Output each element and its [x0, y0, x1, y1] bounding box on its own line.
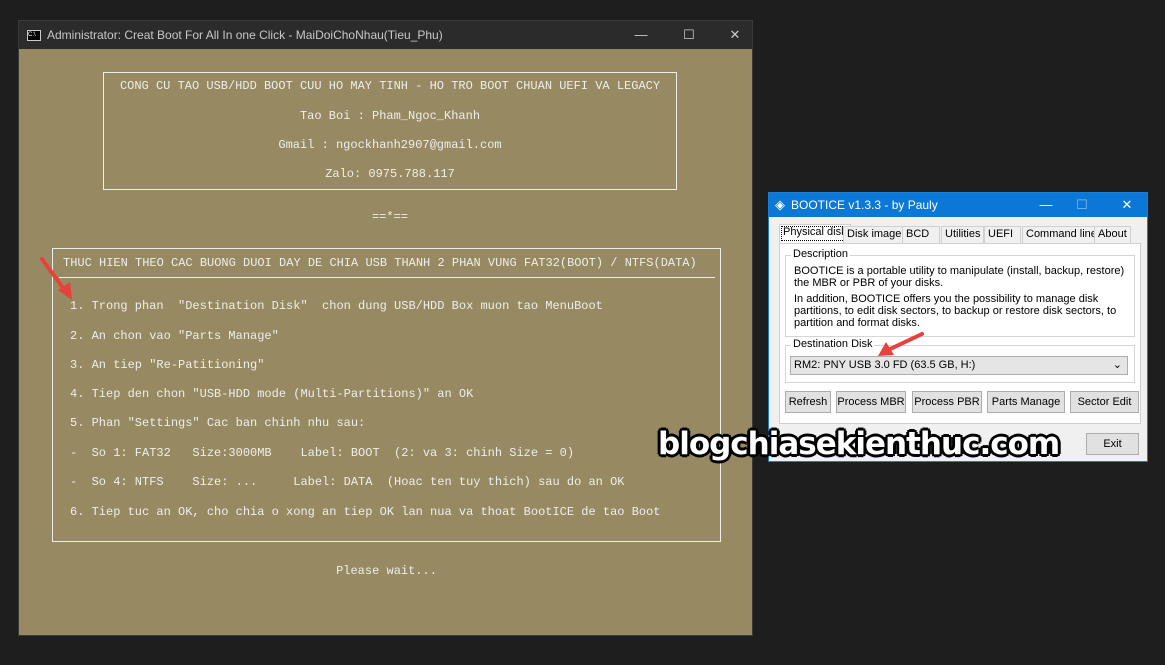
tab-physical-disk[interactable]: Physical disk	[779, 224, 851, 243]
refresh-button[interactable]: Refresh	[785, 391, 831, 413]
step: 6. Tiep tuc an OK, cho chia o xong an ti…	[70, 505, 661, 519]
tab-bcd[interactable]: BCD	[902, 226, 940, 243]
step: 5. Phan "Settings" Cac ban chinh nhu sau…	[70, 416, 366, 430]
description-group: Description BOOTICE is a portable utilit…	[785, 248, 1135, 337]
sector-edit-button[interactable]: Sector Edit	[1070, 391, 1139, 413]
step: 1. Trong phan "Destination Disk" chon du…	[70, 299, 603, 313]
bootice-title: BOOTICE v1.3.3 - by Pauly	[791, 198, 938, 212]
destination-group: Destination Disk RM2: PNY USB 3.0 FD (63…	[785, 338, 1135, 383]
step: - So 4: NTFS Size: ... Label: DATA (Hoac…	[70, 475, 625, 489]
header-line: Tao Boi : Pham_Ngoc_Khanh	[299, 109, 481, 123]
close-button[interactable]: ✕	[718, 21, 752, 49]
tab-utilities[interactable]: Utilities	[941, 226, 985, 243]
maximize-button[interactable]: ☐	[1065, 193, 1099, 217]
step: 2. An chon vao "Parts Manage"	[70, 329, 279, 343]
divider	[59, 277, 715, 278]
watermark: blogchiasekienthuc.com	[658, 426, 1060, 462]
destination-label: Destination Disk	[791, 338, 875, 350]
console-window: C:\ Administrator: Creat Boot For All In…	[18, 20, 753, 636]
header-line: Zalo: 0975.788.117	[325, 167, 455, 181]
process-pbr-button[interactable]: Process PBR	[912, 391, 982, 413]
description-label: Description	[791, 248, 851, 260]
step: - So 1: FAT32 Size:3000MB Label: BOOT (2…	[70, 446, 575, 460]
status-text: Please wait...	[336, 564, 437, 578]
chevron-down-icon: ⌄	[1112, 359, 1122, 371]
console-titlebar: C:\ Administrator: Creat Boot For All In…	[19, 21, 752, 49]
step: 3. An tiep "Re-Patitioning"	[70, 358, 265, 372]
console-title: Administrator: Creat Boot For All In one…	[47, 28, 443, 42]
header-line: CONG CU TAO USB/HDD BOOT CUU HO MAY TINH…	[119, 79, 661, 93]
description-text-1: BOOTICE is a portable utility to manipul…	[794, 265, 1125, 289]
minimize-button[interactable]: —	[1029, 193, 1063, 217]
steps-heading: THUC HIEN THEO CAC BUONG DUOI DAY DE CHI…	[63, 256, 697, 270]
header-line: Gmail : ngockhanh2907@gmail.com	[278, 138, 502, 152]
separator: ==*==	[371, 210, 408, 224]
tab-disk-image[interactable]: Disk image	[843, 226, 906, 243]
process-mbr-button[interactable]: Process MBR	[836, 391, 906, 413]
parts-manage-button[interactable]: Parts Manage	[987, 391, 1065, 413]
console-icon: C:\	[27, 29, 41, 41]
bootice-app-icon: ◈	[775, 197, 785, 212]
tab-command-line[interactable]: Command line	[1022, 226, 1101, 243]
bootice-titlebar: ◈ BOOTICE v1.3.3 - by Pauly — ☐ ✕	[769, 193, 1147, 217]
bootice-window: ◈ BOOTICE v1.3.3 - by Pauly — ☐ ✕ Physic…	[768, 192, 1148, 462]
step: 4. Tiep den chon "USB-HDD mode (Multi-Pa…	[70, 387, 474, 401]
maximize-button[interactable]: ☐	[672, 21, 706, 49]
minimize-button[interactable]: —	[624, 21, 658, 49]
tab-uefi[interactable]: UEFI	[984, 226, 1021, 243]
description-text-2: In addition, BOOTICE offers you the poss…	[794, 293, 1117, 329]
tab-about[interactable]: About	[1094, 226, 1131, 243]
destination-disk-value: RM2: PNY USB 3.0 FD (63.5 GB, H:)	[794, 359, 976, 371]
red-arrow-icon	[878, 332, 924, 356]
destination-disk-select[interactable]: RM2: PNY USB 3.0 FD (63.5 GB, H:) ⌄	[790, 356, 1128, 375]
close-button[interactable]: ✕	[1110, 193, 1144, 217]
red-arrow-icon	[40, 257, 72, 300]
exit-button[interactable]: Exit	[1086, 433, 1139, 455]
